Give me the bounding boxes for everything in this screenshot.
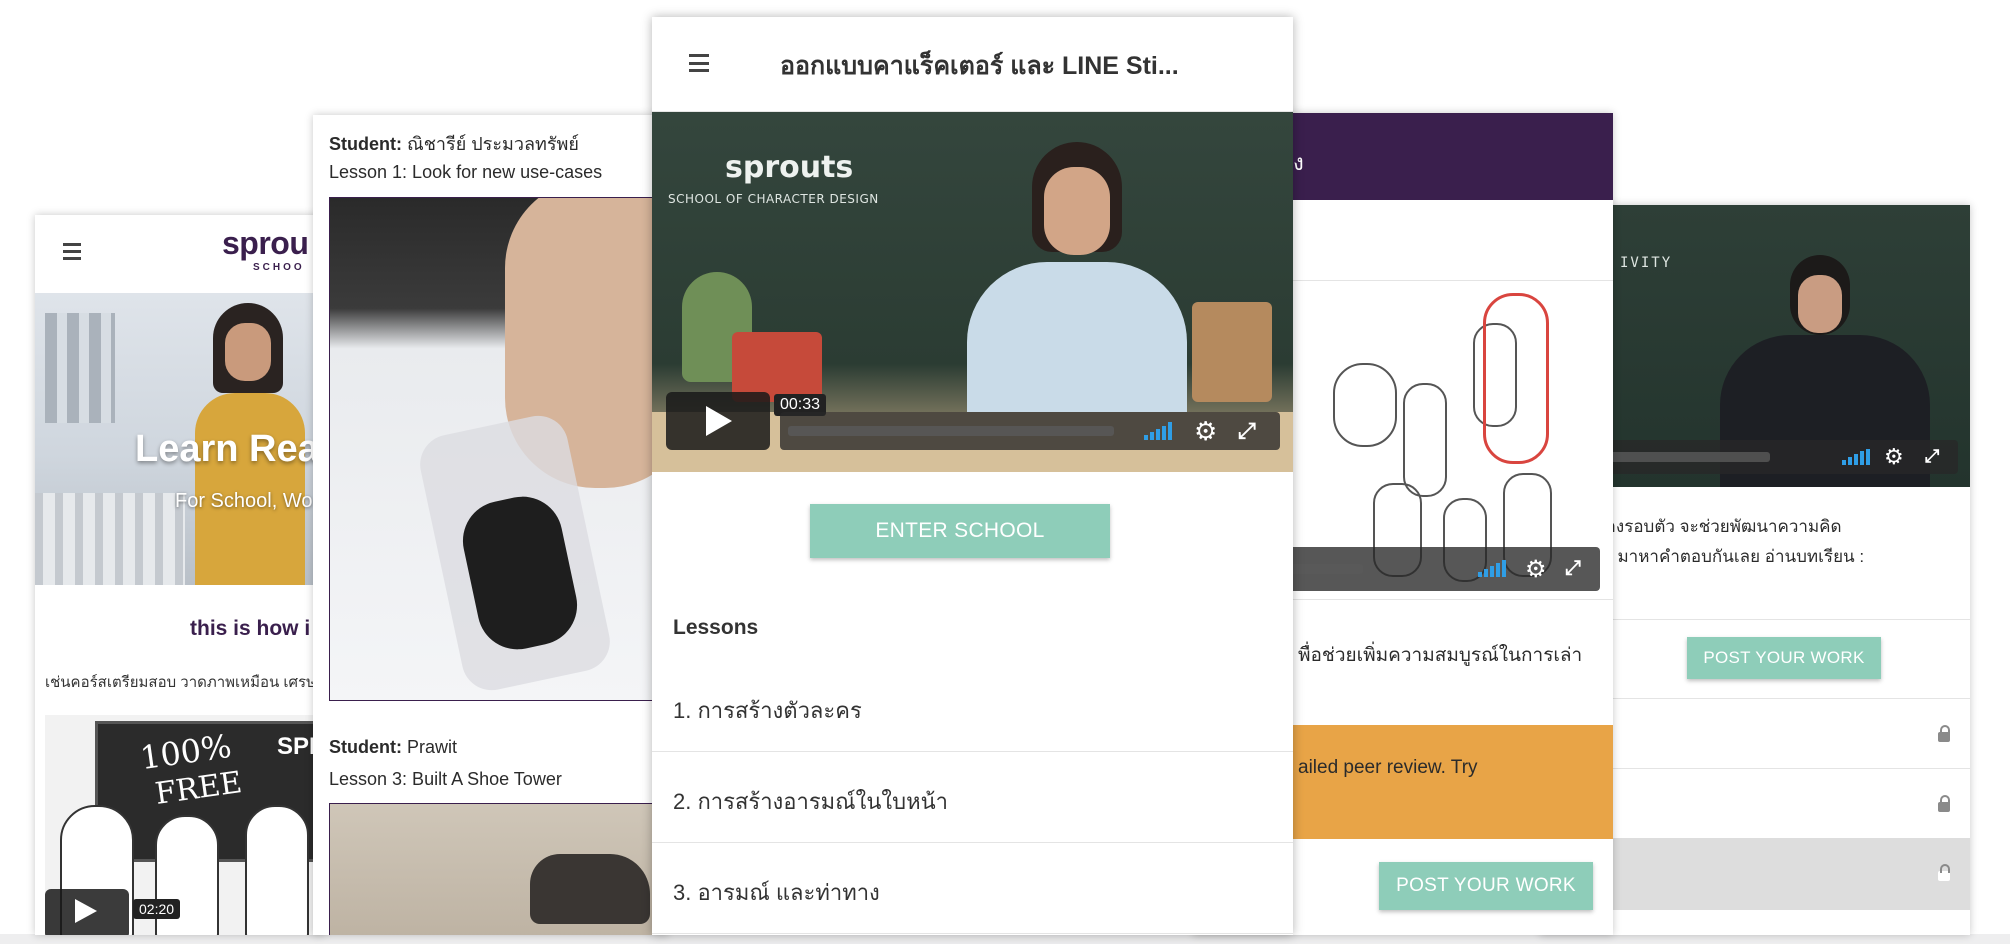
student-entry-1-header: Student: ณิชารีย์ ประมวลทรัพย์ [329, 129, 579, 158]
presenter-body [967, 262, 1187, 422]
video-control-bar: ⚙ ⤢ [780, 412, 1280, 450]
header-title: ง [1293, 150, 1304, 175]
lesson-label: 3. อารมณ์ และท่าทาง [673, 880, 880, 905]
video-progress[interactable] [788, 426, 1114, 436]
presenter-face [1798, 275, 1842, 333]
lesson-item-3[interactable]: 3. อารมณ์ และท่าทาง [652, 843, 1293, 934]
course-list-text: เช่นคอร์สเตรียมสอบ วาดภาพเหมือน เศรษ [45, 674, 316, 691]
volume-icon[interactable] [1144, 422, 1172, 440]
video-text: IVITY [1620, 255, 1673, 271]
menu-icon[interactable] [63, 243, 81, 264]
student-name: Prawit [407, 737, 458, 757]
lesson-title: Lesson 1: Look for new use-cases [329, 162, 603, 182]
play-button[interactable] [666, 392, 770, 450]
hero-subtitle: For School, Wo [175, 490, 313, 512]
lesson-item-1[interactable]: 1. การสร้างตัวละคร [652, 661, 1293, 752]
student-work-photo[interactable] [329, 803, 668, 935]
logo-subtext: SCHOO [253, 262, 305, 273]
fullscreen-icon[interactable]: ⤢ [1238, 418, 1256, 444]
lesson-label: 1. การสร้างตัวละคร [673, 698, 862, 723]
volume-icon[interactable] [1842, 449, 1870, 465]
play-button[interactable] [45, 889, 129, 935]
lesson-label: 2. การสร้างอารมณ์ในใบหน้า [673, 789, 948, 814]
student-label: Student: [329, 737, 402, 757]
course-main-panel: ออกแบบคาแร็คเตอร์ และ LINE Sti... sprout… [652, 17, 1293, 935]
play-icon [706, 406, 732, 436]
photo-shoe [530, 854, 650, 924]
course-intro-video[interactable]: sprouts SCHOOL OF CHARACTER DESIGN 00:33… [652, 112, 1293, 472]
cartoon-figure-3 [245, 805, 309, 935]
landing-page-panel: sprou SCHOO Learn Rea For School, Wo thi… [35, 215, 325, 935]
sketch-highlighted-figure [1483, 293, 1549, 464]
section-title: this is how i [190, 617, 311, 640]
student-entry-2-header: Student: Prawit [329, 737, 457, 758]
gear-icon[interactable]: ⚙ [1194, 416, 1217, 447]
student-work-panel: Student: ณิชารีย์ ประมวลทรัพย์ Lesson 1:… [313, 115, 668, 935]
building-windows [45, 313, 115, 423]
promo-video[interactable]: 100% FREE SPRO 02:20 [45, 715, 325, 935]
post-your-work-button[interactable]: POST YOUR WORK [1379, 862, 1593, 910]
lesson-item-2[interactable]: 2. การสร้างอารมณ์ในใบหน้า [652, 752, 1293, 843]
hero-image: Learn Rea For School, Wo [35, 293, 325, 585]
gear-icon[interactable]: ⚙ [1884, 444, 1904, 470]
fullscreen-icon[interactable]: ⤢ [1565, 557, 1581, 580]
fullscreen-icon[interactable]: ⤢ [1925, 446, 1939, 467]
building-columns [35, 493, 185, 585]
lock-icon [1938, 795, 1950, 812]
course-title: ออกแบบคาแร็คเตอร์ และ LINE Sti... [780, 52, 1179, 80]
post-your-work-button[interactable]: POST YOUR WORK [1687, 637, 1881, 679]
video-time: 02:20 [133, 899, 181, 919]
person-body [195, 393, 305, 585]
app-bar: ออกแบบคาแร็คเตอร์ และ LINE Sti... [652, 17, 1293, 112]
pencil-holder [1192, 302, 1272, 402]
lock-icon [1938, 725, 1950, 742]
video-logo-subtitle: SCHOOL OF CHARACTER DESIGN [668, 192, 879, 206]
video-logo: sprouts [725, 150, 854, 185]
student-name: ณิชารีย์ ประมวลทรัพย์ [407, 134, 579, 154]
student-work-photo[interactable] [329, 197, 668, 701]
sketch-figure [1403, 383, 1447, 497]
alert-text: ailed peer review. Try [1298, 757, 1478, 778]
person-face [225, 323, 271, 381]
lesson-title: Lesson 3: Built A Shoe Tower [329, 769, 562, 789]
gear-icon[interactable]: ⚙ [1525, 555, 1547, 584]
volume-icon[interactable] [1478, 560, 1506, 577]
lesson-description: พื่อช่วยเพิ่มความสมบูรณ์ในการเล่า [1298, 645, 1583, 666]
enter-school-button[interactable]: ENTER SCHOOL [810, 504, 1110, 558]
sketch-figure [1333, 363, 1397, 447]
presenter-face [1044, 167, 1110, 255]
student-label: Student: [329, 134, 402, 154]
hero-title: Learn Rea [135, 428, 319, 470]
play-icon [75, 899, 97, 923]
lessons-heading: Lessons [673, 616, 759, 639]
logo-text: sprou [222, 225, 309, 261]
lock-icon [1938, 864, 1950, 881]
background-floor [0, 934, 2010, 944]
menu-icon[interactable] [689, 54, 709, 77]
